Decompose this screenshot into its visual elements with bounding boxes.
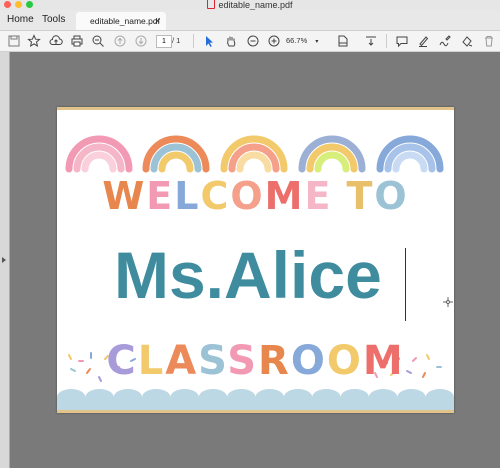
expand-arrow-icon xyxy=(2,257,6,263)
main-toolbar: 1 / 1 66.7% ▾ xyxy=(0,31,500,52)
rainbow-icon xyxy=(376,135,444,173)
star-icon[interactable] xyxy=(27,34,41,48)
fit-page-icon[interactable] xyxy=(336,34,350,48)
toolbar-divider xyxy=(386,34,387,48)
zoom-out-icon[interactable] xyxy=(246,34,260,48)
classroom-letter: O xyxy=(326,338,363,384)
classroom-text: CLASSROOM xyxy=(57,339,454,383)
tools-tab[interactable]: Tools xyxy=(42,10,65,30)
top-border xyxy=(57,107,454,110)
trash-icon[interactable] xyxy=(482,34,496,48)
close-tab-button[interactable]: × xyxy=(155,12,160,30)
rainbow-icon xyxy=(298,135,366,173)
tab-bar: Home Tools editable_name.pdf × xyxy=(0,10,500,31)
cloud-upload-icon[interactable] xyxy=(49,34,63,48)
rainbow-decorations xyxy=(65,135,444,173)
zoom-level-value: 66.7% xyxy=(286,36,308,45)
rainbow-icon xyxy=(220,135,288,173)
left-panel-toggle[interactable] xyxy=(0,52,10,468)
highlight-icon[interactable] xyxy=(416,34,430,48)
page-down-icon[interactable] xyxy=(134,34,148,48)
zoom-out-search-icon[interactable] xyxy=(91,34,105,48)
print-icon[interactable] xyxy=(70,34,84,48)
classroom-letter: R xyxy=(258,338,291,384)
bottom-border xyxy=(57,410,454,413)
pdf-page: WELCOME TO Ms.Alice CLASSROOM xyxy=(57,107,454,413)
chevron-down-icon: ▾ xyxy=(315,39,319,45)
classroom-letter: A xyxy=(165,338,199,384)
welcome-letter: E xyxy=(304,174,333,218)
rainbow-icon xyxy=(142,135,210,173)
classroom-letter: O xyxy=(290,338,327,384)
document-tab[interactable]: editable_name.pdf × xyxy=(76,12,166,30)
welcome-letter: E xyxy=(146,174,175,218)
page-number-input[interactable]: 1 xyxy=(156,35,172,48)
scallop-border xyxy=(57,389,454,410)
classroom-letter: S xyxy=(198,338,228,384)
window-titlebar: editable_name.pdf xyxy=(0,0,500,10)
classroom-letter: M xyxy=(362,338,405,384)
pdf-file-icon xyxy=(207,0,216,9)
scrollbar[interactable] xyxy=(492,52,500,468)
select-cursor-icon[interactable] xyxy=(202,34,216,48)
move-cursor-icon xyxy=(443,297,453,307)
toolbar-divider xyxy=(193,34,194,48)
scroll-mode-icon[interactable] xyxy=(364,34,378,48)
comment-icon[interactable] xyxy=(395,34,409,48)
welcome-letter: O xyxy=(230,174,265,218)
page-up-icon[interactable] xyxy=(113,34,127,48)
zoom-level-dropdown[interactable]: 66.7% ▾ xyxy=(286,35,322,46)
home-tab[interactable]: Home xyxy=(7,10,34,30)
classroom-letter: S xyxy=(227,338,258,384)
classroom-letter: L xyxy=(137,338,166,384)
welcome-letter: C xyxy=(200,174,231,218)
zoom-in-icon[interactable] xyxy=(267,34,281,48)
sign-icon[interactable] xyxy=(438,34,452,48)
stamp-icon[interactable] xyxy=(460,34,474,48)
welcome-letter: M xyxy=(264,174,305,218)
classroom-letter: C xyxy=(106,338,138,384)
editable-name-field[interactable]: Ms.Alice xyxy=(114,239,382,311)
welcome-letter: W xyxy=(102,174,147,218)
rainbow-icon xyxy=(65,135,133,173)
save-icon[interactable] xyxy=(7,34,21,48)
window-title-text: editable_name.pdf xyxy=(218,0,293,10)
page-total-label: / 1 xyxy=(172,36,181,45)
welcome-letter: T xyxy=(346,174,375,218)
welcome-to-text: WELCOME TO xyxy=(57,175,454,217)
welcome-letter: L xyxy=(174,174,201,218)
hand-icon[interactable] xyxy=(224,34,238,48)
welcome-letter: O xyxy=(374,174,409,218)
document-tab-label: editable_name.pdf xyxy=(90,16,160,26)
text-cursor xyxy=(405,248,406,321)
